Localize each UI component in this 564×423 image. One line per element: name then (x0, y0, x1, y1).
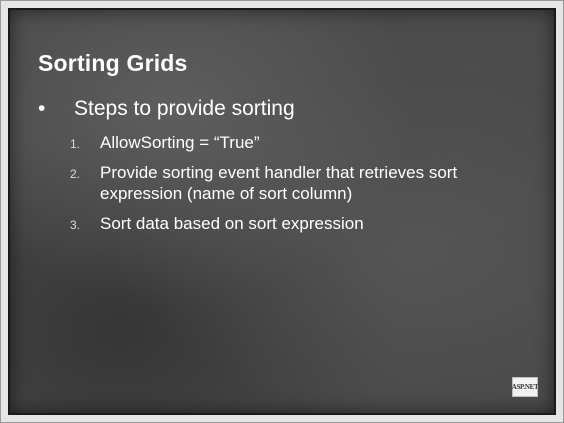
step-item: 1. AllowSorting = “True” (70, 132, 540, 153)
bullet-item: • Steps to provide sorting (38, 97, 295, 121)
slide: Sorting Grids • Steps to provide sorting … (8, 8, 556, 415)
bullet-text: Steps to provide sorting (74, 97, 295, 120)
slide-frame: Sorting Grids • Steps to provide sorting … (0, 0, 564, 423)
step-text: Provide sorting event handler that retri… (100, 163, 458, 203)
step-number: 3. (70, 218, 81, 232)
step-item: 3. Sort data based on sort expression (70, 213, 540, 234)
steps-list: 1. AllowSorting = “True” 2. Provide sort… (70, 132, 540, 243)
step-number: 2. (70, 167, 81, 181)
slide-title: Sorting Grids (38, 50, 188, 76)
aspnet-logo-icon: ASP.NET (511, 377, 539, 397)
bullet-icon: • (38, 97, 46, 120)
step-item: 2. Provide sorting event handler that re… (70, 162, 540, 204)
step-text: AllowSorting = “True” (100, 133, 260, 152)
step-number: 1. (70, 137, 81, 151)
logo-text: ASP.NET (511, 383, 539, 391)
step-text: Sort data based on sort expression (100, 214, 364, 233)
